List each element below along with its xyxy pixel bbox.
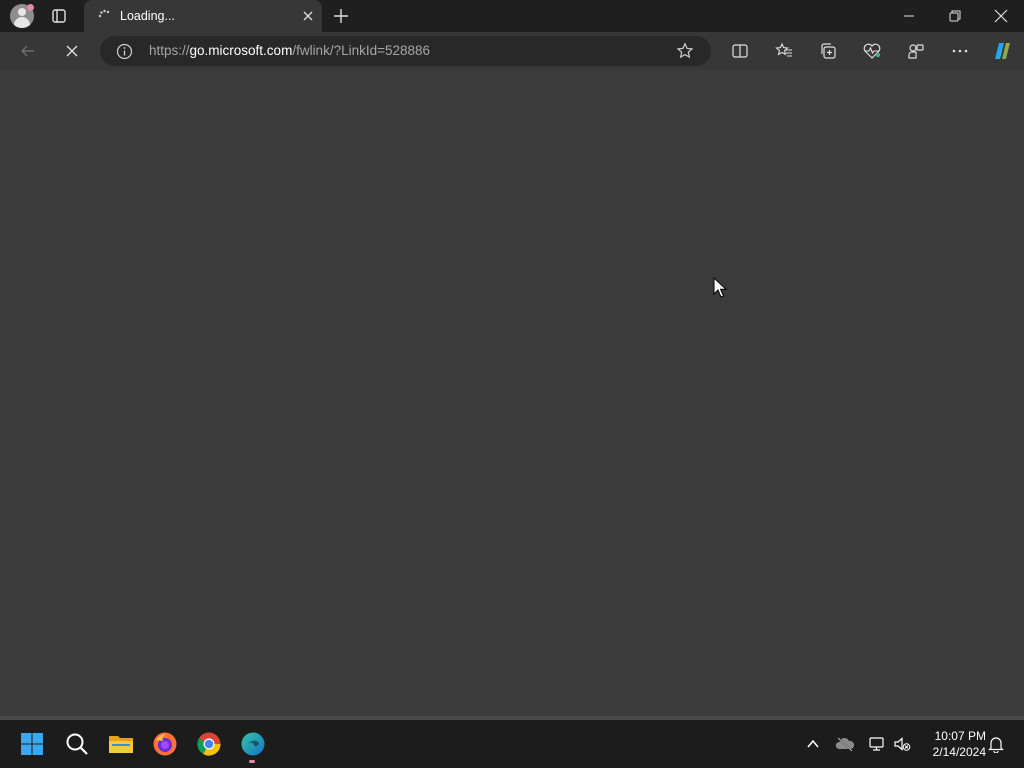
collections-button[interactable] bbox=[812, 35, 844, 67]
address-bar[interactable]: https://go.microsoft.com/fwlink/?LinkId=… bbox=[100, 36, 711, 66]
profile-notification-badge bbox=[27, 4, 34, 11]
collections-icon bbox=[821, 43, 836, 59]
restore-button[interactable] bbox=[932, 0, 978, 32]
stop-button[interactable] bbox=[56, 35, 88, 67]
chevron-up-icon bbox=[807, 739, 819, 748]
search-icon bbox=[66, 733, 88, 755]
windows-start-icon bbox=[21, 733, 43, 755]
edge-running-indicator bbox=[249, 760, 255, 763]
file-explorer-button[interactable] bbox=[105, 728, 137, 760]
split-screen-icon bbox=[732, 44, 748, 58]
page-content[interactable] bbox=[0, 70, 1024, 716]
notifications-button[interactable] bbox=[980, 728, 1012, 760]
notification-bell-icon bbox=[988, 737, 1004, 753]
url-path: /fwlink/?LinkId=528886 bbox=[292, 43, 431, 58]
volume-button[interactable] bbox=[886, 728, 918, 760]
show-hidden-icons-button[interactable] bbox=[797, 728, 829, 760]
close-window-button[interactable] bbox=[978, 0, 1024, 32]
edge-button[interactable] bbox=[237, 728, 269, 760]
split-screen-button[interactable] bbox=[724, 35, 756, 67]
edge-icon bbox=[241, 732, 265, 756]
more-button[interactable] bbox=[944, 35, 976, 67]
browser-toolbar: https://go.microsoft.com/fwlink/?LinkId=… bbox=[0, 32, 1024, 70]
onedrive-offline-icon bbox=[835, 737, 855, 752]
favorites-button[interactable] bbox=[768, 35, 800, 67]
plus-icon bbox=[334, 9, 348, 23]
loading-spinner-icon bbox=[97, 9, 111, 23]
clock-time: 10:07 PM bbox=[934, 729, 986, 743]
title-bar: Loading... bbox=[0, 0, 1024, 32]
mouse-cursor-icon bbox=[713, 276, 728, 299]
more-icon bbox=[952, 49, 968, 53]
clock-date: 2/14/2024 bbox=[932, 745, 986, 759]
avatar-body bbox=[14, 17, 30, 28]
back-button[interactable] bbox=[12, 35, 44, 67]
onedrive-button[interactable] bbox=[829, 728, 861, 760]
volume-muted-icon bbox=[894, 737, 911, 751]
new-tab-button[interactable] bbox=[330, 6, 352, 26]
favorites-icon bbox=[775, 42, 792, 57]
info-icon[interactable] bbox=[116, 43, 133, 60]
minimize-button[interactable] bbox=[886, 0, 932, 32]
extensions-icon bbox=[908, 44, 924, 59]
favorite-star-icon[interactable] bbox=[676, 42, 694, 60]
minimize-icon bbox=[904, 15, 914, 17]
system-clock[interactable]: 10:07 PM 2/14/2024 bbox=[920, 728, 986, 760]
copilot-button[interactable] bbox=[986, 35, 1018, 67]
avatar-head bbox=[18, 8, 26, 16]
close-icon bbox=[994, 9, 1008, 23]
chrome-button[interactable] bbox=[193, 728, 225, 760]
address-url[interactable]: https://go.microsoft.com/fwlink/?LinkId=… bbox=[149, 43, 430, 58]
stop-icon bbox=[66, 45, 78, 57]
file-explorer-icon bbox=[109, 736, 133, 753]
tab-close-icon[interactable] bbox=[300, 8, 316, 24]
firefox-icon bbox=[153, 732, 177, 756]
extensions-button[interactable] bbox=[900, 35, 932, 67]
firefox-button[interactable] bbox=[149, 728, 181, 760]
url-host: go.microsoft.com bbox=[189, 43, 293, 58]
url-prefix: https:// bbox=[149, 43, 190, 58]
tab-actions-icon[interactable] bbox=[48, 6, 70, 26]
tab-active[interactable]: Loading... bbox=[84, 0, 322, 32]
network-icon bbox=[869, 737, 884, 751]
taskbar: 10:07 PM 2/14/2024 bbox=[0, 720, 1024, 768]
chrome-icon bbox=[197, 732, 221, 756]
back-arrow-icon bbox=[21, 45, 34, 57]
tab-title: Loading... bbox=[120, 9, 175, 23]
restore-icon bbox=[949, 10, 961, 22]
windows-start-button[interactable] bbox=[16, 728, 48, 760]
browser-essentials-icon bbox=[863, 43, 881, 59]
search-button[interactable] bbox=[61, 728, 93, 760]
copilot-icon bbox=[995, 43, 1010, 59]
browser-essentials-button[interactable] bbox=[856, 35, 888, 67]
